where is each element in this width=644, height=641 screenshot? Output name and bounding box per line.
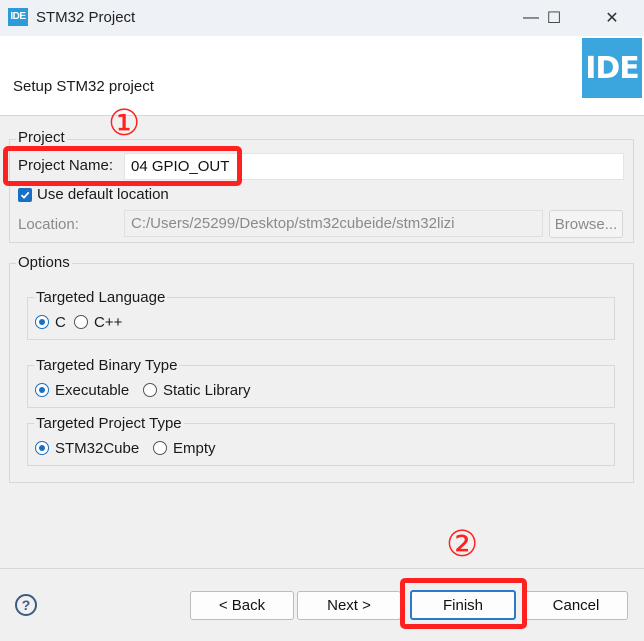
language-c-label: C bbox=[55, 314, 66, 331]
use-default-location-label: Use default location bbox=[37, 186, 169, 203]
project-name-highlight bbox=[3, 146, 242, 186]
language-cpp-label: C++ bbox=[94, 314, 123, 331]
targeted-binary-type-label: Targeted Binary Type bbox=[34, 357, 180, 374]
binary-static-library-radio[interactable] bbox=[143, 383, 157, 397]
binary-executable-label: Executable bbox=[55, 382, 130, 399]
project-type-empty-radio[interactable] bbox=[153, 441, 167, 455]
footer-divider bbox=[0, 568, 644, 569]
project-group-label: Project bbox=[16, 129, 67, 146]
ide-logo: IDE bbox=[582, 38, 642, 98]
checkmark-icon bbox=[20, 191, 30, 199]
binary-executable-radio[interactable] bbox=[35, 383, 49, 397]
browse-button[interactable]: Browse... bbox=[549, 210, 623, 238]
annotation-marker-2: ② bbox=[446, 524, 479, 565]
back-button[interactable]: < Back bbox=[190, 591, 294, 620]
annotation-marker-1: ① bbox=[108, 103, 141, 144]
project-type-empty-label: Empty bbox=[173, 440, 216, 457]
finish-highlight bbox=[400, 578, 527, 629]
use-default-location-checkbox[interactable] bbox=[18, 188, 32, 202]
close-icon: ✕ bbox=[605, 10, 619, 27]
page-title: Setup STM32 project bbox=[13, 78, 154, 95]
app-icon: IDE bbox=[8, 8, 28, 26]
language-cpp-radio[interactable] bbox=[74, 315, 88, 329]
binary-static-library-label: Static Library bbox=[163, 382, 251, 399]
location-field: C:/Users/25299/Desktop/stm32cubeide/stm3… bbox=[124, 210, 543, 237]
project-type-stm32cube-radio[interactable] bbox=[35, 441, 49, 455]
targeted-language-label: Targeted Language bbox=[34, 289, 168, 306]
title-bar: IDE STM32 Project — ☐ ✕ bbox=[0, 0, 644, 36]
close-button[interactable]: ✕ bbox=[589, 0, 635, 36]
targeted-project-type-label: Targeted Project Type bbox=[34, 415, 184, 432]
maximize-icon: ☐ bbox=[546, 10, 562, 27]
options-group-label: Options bbox=[16, 254, 72, 271]
maximize-button[interactable]: ☐ bbox=[531, 0, 577, 36]
cancel-button[interactable]: Cancel bbox=[524, 591, 628, 620]
project-type-stm32cube-label: STM32Cube bbox=[55, 440, 140, 457]
next-button[interactable]: Next > bbox=[297, 591, 401, 620]
location-label: Location: bbox=[18, 216, 79, 233]
language-c-radio[interactable] bbox=[35, 315, 49, 329]
help-icon: ? bbox=[21, 597, 31, 613]
help-button[interactable]: ? bbox=[15, 594, 37, 616]
window-title: STM32 Project bbox=[36, 9, 136, 26]
wizard-header: Setup STM32 project IDE bbox=[0, 36, 644, 116]
